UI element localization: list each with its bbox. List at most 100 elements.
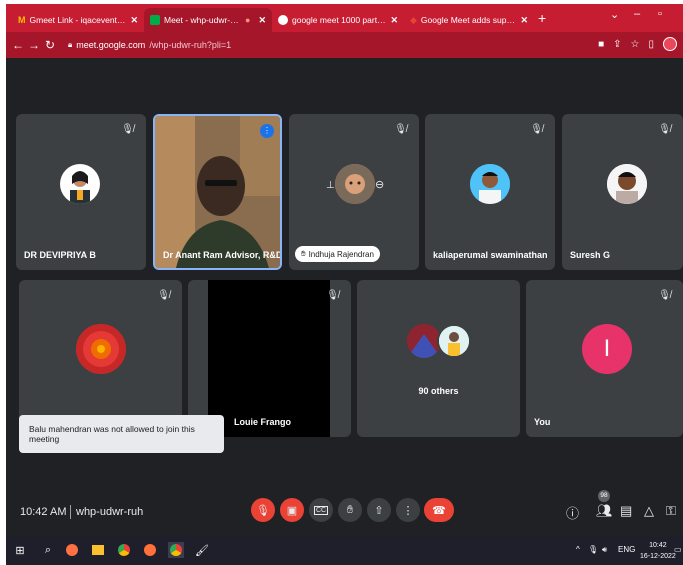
camera-off-icon: ▣: [286, 504, 298, 517]
participant-name: kaliaperumal swaminathan: [433, 250, 548, 260]
tab-title: Gmeet Link - iqacevent.sriet@gm: [29, 15, 127, 25]
chrome-icon[interactable]: [116, 542, 132, 558]
clock-date: 16-12-2022: [640, 553, 676, 560]
url-field[interactable]: 🔒︎ meet.google.com/whp-udwr-ruh?pli=1: [68, 36, 588, 54]
video-feed-dark: [208, 280, 330, 437]
tab-google-search[interactable]: google meet 1000 participants - ✕: [272, 8, 404, 32]
url-path: /whp-udwr-ruh?pli=1: [149, 40, 232, 50]
minimize-icon[interactable]: –: [634, 8, 640, 20]
windows-start-icon[interactable]: ⊞: [12, 542, 28, 558]
people-icon[interactable]: 👥︎: [596, 503, 613, 519]
url-host: meet.google.com: [76, 40, 146, 50]
tab-meet[interactable]: Meet - whp-udwr-ruh ● ✕: [144, 8, 272, 32]
speaking-indicator-icon: ⋮: [260, 124, 274, 138]
participant-name: Dr Anant Ram Advisor, R&D & ...: [163, 250, 282, 260]
participant-tile-active-speaker[interactable]: ⋮ Dr Anant Ram Advisor, R&D & ...: [153, 114, 282, 270]
join-denied-toast: Balu mahendran was not allowed to join t…: [19, 415, 224, 453]
taskbar-clock[interactable]: 10:42 16-12-2022: [640, 540, 676, 562]
participant-tile[interactable]: 🎙︎̸: [19, 280, 182, 437]
reload-icon[interactable]: ↻: [42, 38, 58, 52]
lock-icon: 🔒︎: [68, 40, 73, 49]
participant-name: Suresh G: [570, 250, 611, 260]
activities-icon[interactable]: △: [644, 503, 654, 519]
phone-hangup-icon: ☎︎: [432, 504, 446, 517]
notification-icon[interactable]: ▭: [674, 545, 682, 554]
meeting-time: 10:42 AM: [20, 506, 67, 518]
mic-tray-icon[interactable]: 🎙︎: [588, 545, 598, 554]
others-label: 90 others: [418, 386, 459, 396]
meet-icon: [150, 15, 160, 25]
avatar: [437, 324, 471, 358]
participant-name-pill: ✋︎ Indhuja Rajendran: [295, 246, 380, 262]
pin-icon[interactable]: ⊥: [326, 180, 335, 191]
clock-time: 10:42: [649, 542, 667, 549]
tab-title: google meet 1000 participants -: [292, 15, 386, 25]
participant-tile-others[interactable]: 90 others: [357, 280, 520, 437]
present-button[interactable]: ⇧: [367, 498, 391, 522]
info-icon[interactable]: ⓘ: [566, 503, 579, 522]
participant-tile[interactable]: 🎙︎̸ kaliaperumal swaminathan: [425, 114, 555, 270]
camera-icon[interactable]: ■: [598, 39, 604, 50]
share-icon[interactable]: ⇪: [613, 39, 621, 50]
participant-name: Indhuja Rajendran: [308, 249, 374, 259]
tab-google-meet-article[interactable]: ◆ Google Meet adds support for up ✕: [404, 8, 534, 32]
tray-chevron-icon[interactable]: ^: [576, 545, 580, 554]
mic-off-icon: 🎙︎̸: [157, 290, 170, 301]
hand-icon: ✋︎: [346, 503, 354, 516]
participant-name: You: [534, 417, 551, 427]
host-controls-icon[interactable]: ⚿: [666, 503, 676, 519]
avatar: I: [582, 324, 632, 374]
participant-tile[interactable]: 🎙︎̸ Louie Frango: [188, 280, 351, 437]
chrome-active-icon[interactable]: [168, 542, 184, 558]
raise-hand-button[interactable]: ✋︎: [338, 498, 362, 522]
meeting-controls-bar: 10:42 AM whp-udwr-ruh 🎙︎ ▣ CC ✋︎ ⇧ ⋮ ☎︎ …: [6, 484, 683, 536]
search-icon[interactable]: ⌕: [40, 542, 56, 558]
close-icon[interactable]: ✕: [130, 15, 138, 26]
participant-tile[interactable]: 🎙︎̸ Suresh G: [562, 114, 683, 270]
star-icon[interactable]: ☆: [631, 39, 640, 50]
mic-off-icon: 🎙︎̸: [121, 124, 134, 135]
hand-icon: ✋︎: [301, 249, 306, 258]
paint-icon[interactable]: 🖌︎: [194, 542, 210, 558]
avatar: [335, 164, 375, 204]
participant-tile-self[interactable]: 🎙︎̸ I You: [526, 280, 683, 437]
back-icon[interactable]: ←: [10, 38, 26, 52]
taskbar-app-icon[interactable]: [64, 542, 80, 558]
camera-toggle-button[interactable]: ▣: [280, 498, 304, 522]
volume-icon[interactable]: 🔊︎: [602, 545, 607, 555]
restore-icon[interactable]: ▫: [658, 8, 662, 20]
tab-gmeet-link[interactable]: M Gmeet Link - iqacevent.sriet@gm ✕: [12, 8, 144, 32]
participant-tile[interactable]: 🎙︎̸ DR DEVIPRIYA B: [16, 114, 146, 270]
tab-search-icon[interactable]: ⌄: [610, 8, 619, 21]
language-indicator[interactable]: ENG: [618, 545, 635, 554]
mic-off-icon: 🎙︎: [256, 504, 270, 517]
participant-count-badge: 98: [598, 490, 610, 502]
remove-icon[interactable]: ⊖: [375, 178, 384, 191]
divider: [70, 505, 71, 519]
avatar: [407, 324, 441, 358]
profile-avatar[interactable]: [663, 37, 677, 51]
close-icon[interactable]: ✕: [390, 15, 398, 26]
firefox-icon[interactable]: [142, 542, 158, 558]
chat-icon[interactable]: ▤: [620, 503, 632, 519]
tab-title: Meet - whp-udwr-ruh: [164, 15, 242, 25]
close-icon[interactable]: ✕: [258, 15, 266, 26]
participant-tile[interactable]: 🎙︎̸ ⊥ ⊖ ✋︎ Indhuja Rajendran: [289, 114, 419, 270]
toast-message: Balu mahendran was not allowed to join t…: [29, 424, 195, 444]
diamond-icon: ◆: [410, 14, 417, 25]
present-icon: ⇧: [374, 504, 384, 517]
tab-title: Google Meet adds support for up: [420, 15, 517, 25]
tab-strip: M Gmeet Link - iqacevent.sriet@gm ✕ Meet…: [6, 4, 683, 32]
more-options-button[interactable]: ⋮: [396, 498, 420, 522]
close-icon[interactable]: ✕: [520, 15, 528, 26]
video-feed: [155, 116, 280, 268]
leave-call-button[interactable]: ☎︎: [424, 498, 454, 522]
file-explorer-icon[interactable]: [90, 542, 106, 558]
mic-toggle-button[interactable]: 🎙︎: [251, 498, 275, 522]
captions-button[interactable]: CC: [309, 498, 333, 522]
sidepanel-icon[interactable]: ▯: [648, 39, 654, 50]
address-bar: ← → ↻ 🔒︎ meet.google.com/whp-udwr-ruh?pl…: [6, 32, 683, 58]
new-tab-button[interactable]: +: [538, 10, 546, 26]
forward-icon[interactable]: →: [26, 38, 42, 52]
captions-icon: CC: [313, 505, 329, 515]
